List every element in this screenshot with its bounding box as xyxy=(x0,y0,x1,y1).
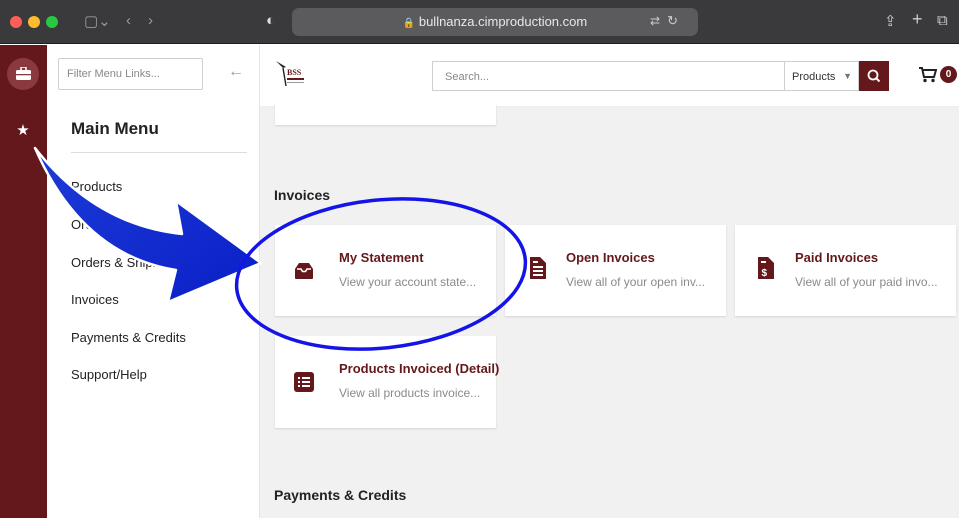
star-icon[interactable]: ★ xyxy=(7,115,39,147)
sidebar-item-support-help[interactable]: Support/Help xyxy=(71,367,147,382)
browser-toolbar: ▢⌄ ‹ › ◐ 🔒 bullnanza.cimproduction.com ⇄… xyxy=(0,0,959,44)
briefcase-icon[interactable] xyxy=(7,58,39,90)
arrow-left-icon[interactable]: ← xyxy=(228,63,244,81)
card-title: Products Invoiced (Detail) xyxy=(339,361,500,376)
cart-count-badge: 0 xyxy=(940,66,957,83)
main-content: Invoices My Statement View your account … xyxy=(260,103,959,518)
payments-section-title: Payments & Credits xyxy=(274,487,407,503)
paid-invoice-icon: $ xyxy=(758,257,774,279)
url-text: bullnanza.cimproduction.com xyxy=(418,14,588,29)
lock-icon: 🔒 xyxy=(402,18,416,29)
card-title: My Statement xyxy=(339,250,424,265)
svg-text:$: $ xyxy=(762,268,768,279)
sidebar-item-payments-credits[interactable]: Payments & Credits xyxy=(71,330,186,345)
card-description: View all of your open inv... xyxy=(566,275,705,289)
tab-overview-icon[interactable]: ⧉ xyxy=(937,12,948,29)
search-category-value: Products xyxy=(792,71,836,83)
sidebar: Filter Menu Links... ← Main Menu Product… xyxy=(47,45,260,518)
card-title: Paid Invoices xyxy=(795,250,879,265)
new-tab-icon[interactable]: + xyxy=(912,9,923,30)
caret-down-icon: ▼ xyxy=(843,71,852,81)
sidebar-item-invoices[interactable]: Invoices xyxy=(71,292,119,307)
search-icon xyxy=(867,69,881,83)
invoices-section-title: Invoices xyxy=(274,187,331,203)
reload-icon[interactable]: ↻ xyxy=(667,13,678,29)
close-window-button[interactable] xyxy=(10,16,22,28)
svg-text:BSS: BSS xyxy=(287,68,302,77)
card-open-invoices[interactable]: Open Invoices View all of your open inv.… xyxy=(505,225,726,316)
privacy-shield-icon[interactable]: ◐ xyxy=(266,12,275,29)
card-partial xyxy=(275,103,496,125)
translate-icon[interactable]: ⇄ xyxy=(650,14,660,28)
card-paid-invoices[interactable]: $ Paid Invoices View all of your paid in… xyxy=(735,225,956,316)
inbox-icon xyxy=(295,263,313,279)
cart-icon[interactable] xyxy=(919,67,938,88)
search-category-select[interactable]: Products ▼ xyxy=(784,61,859,91)
invoice-icon xyxy=(530,257,546,279)
share-icon[interactable]: ⇪ xyxy=(884,12,897,30)
minimize-window-button[interactable] xyxy=(28,16,40,28)
card-description: View your account state... xyxy=(339,275,477,289)
list-icon xyxy=(294,372,314,392)
search-button[interactable] xyxy=(859,61,889,91)
forward-icon[interactable]: › xyxy=(148,12,153,29)
sidebar-item-products[interactable]: Products xyxy=(71,179,122,194)
divider xyxy=(71,152,247,153)
sidebar-item-orders[interactable]: Orders xyxy=(71,217,111,232)
card-my-statement[interactable]: My Statement View your account state... xyxy=(275,225,496,316)
zoom-window-button[interactable] xyxy=(46,16,58,28)
card-products-invoiced[interactable]: Products Invoiced (Detail) View all prod… xyxy=(275,336,500,428)
address-bar[interactable]: 🔒 bullnanza.cimproduction.com ⇄ ↻ xyxy=(292,8,698,36)
card-description: View all of your paid invo... xyxy=(795,275,938,289)
main-menu-title: Main Menu xyxy=(71,119,159,138)
card-title: Open Invoices xyxy=(566,250,655,265)
filter-menu-input[interactable]: Filter Menu Links... xyxy=(58,58,203,90)
left-rail: ★ xyxy=(0,45,47,518)
sidebar-item-orders-shipments[interactable]: Orders & Shipments xyxy=(71,255,188,270)
card-description: View all products invoice... xyxy=(339,386,481,400)
company-logo[interactable]: BSS xyxy=(274,58,306,88)
site-header: BSS Search... Products ▼ 0 xyxy=(260,45,959,107)
back-icon[interactable]: ‹ xyxy=(126,12,131,29)
search-input[interactable]: Search... xyxy=(432,61,784,91)
sidebar-toggle-icon[interactable]: ▢⌄ xyxy=(84,12,111,30)
